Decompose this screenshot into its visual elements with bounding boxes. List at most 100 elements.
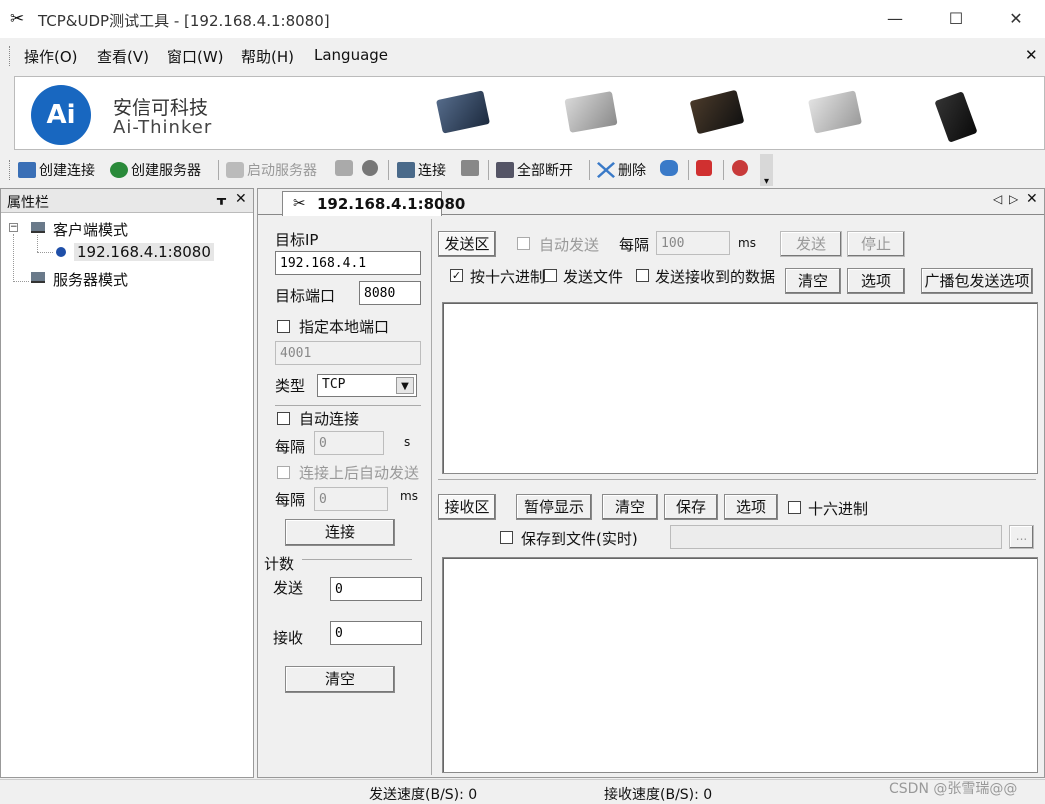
type-select[interactable]: TCP ▼ — [317, 374, 417, 397]
tree-item-client-mode[interactable]: 客户端模式 — [53, 219, 128, 240]
toolbar-grip — [9, 160, 11, 180]
minimize-button[interactable]: — — [872, 0, 918, 38]
menu-operate[interactable]: 操作(O) — [24, 46, 78, 67]
send-interval-input[interactable] — [656, 231, 730, 255]
send-received-checkbox[interactable] — [636, 269, 649, 282]
send-interval-label: 每隔 — [619, 236, 650, 254]
window-title: TCP&UDP测试工具 - [192.168.4.1:8080] — [38, 12, 330, 30]
menu-help[interactable]: 帮助(H) — [241, 46, 294, 67]
send-file-checkbox[interactable] — [544, 269, 557, 282]
send-options-button[interactable]: 选项 — [847, 268, 905, 294]
banner: Ai 安信可科技 Ai-Thinker — [14, 76, 1045, 150]
close-panel-icon[interactable]: ✕ — [235, 191, 247, 207]
auto-send-on-connect-label: 连接上后自动发送 — [299, 464, 420, 482]
close-window-button[interactable]: ✕ — [993, 0, 1039, 38]
module-image-2 — [564, 91, 618, 133]
reconnect-interval-input[interactable] — [314, 431, 384, 455]
toolbar-separator — [589, 160, 590, 180]
local-port-label: 指定本地端口 — [299, 318, 390, 336]
create-server-button[interactable]: 创建服务器 — [110, 160, 201, 180]
auto-send-on-connect-checkbox[interactable] — [277, 466, 290, 479]
watermark: CSDN @张雪瑞@@ — [889, 781, 1018, 797]
browse-button[interactable]: ... — [1009, 525, 1034, 549]
stop-button[interactable]: 停止 — [847, 231, 905, 257]
tab-connection[interactable]: ✂ 192.168.4.1:8080 — [282, 191, 465, 216]
toolbar-overflow-button[interactable]: ▾ — [760, 154, 773, 187]
aithinker-logo: Ai — [31, 85, 91, 145]
disconnect-all-icon — [496, 162, 514, 178]
target-ip-label: 目标IP — [275, 231, 319, 249]
pause-display-button[interactable]: 暂停显示 — [516, 494, 592, 520]
menu-view[interactable]: 查看(V) — [97, 46, 149, 67]
power-icon[interactable] — [696, 160, 715, 177]
auto-send-label: 自动发送 — [539, 236, 600, 254]
connection-status-icon — [56, 247, 66, 257]
create-connection-button[interactable]: 创建连接 — [18, 160, 95, 180]
send-file-label: 发送文件 — [563, 268, 624, 286]
stop-server-icon[interactable] — [335, 160, 356, 177]
send-hex-checkbox[interactable]: ✓ — [450, 269, 463, 282]
send-textarea[interactable] — [442, 302, 1038, 474]
connect-button[interactable]: 连接 — [285, 519, 395, 546]
target-ip-input[interactable] — [275, 251, 421, 275]
broadcast-options-button[interactable]: 广播包发送选项 — [921, 268, 1033, 294]
toolbar-separator — [388, 160, 389, 180]
disconnect-icon[interactable] — [461, 160, 482, 177]
divider — [275, 405, 421, 406]
menu-grip — [9, 46, 11, 66]
toolbar-separator — [488, 160, 489, 180]
divider — [438, 479, 1036, 480]
clear-counter-button[interactable]: 清空 — [285, 666, 395, 693]
delete-all-icon[interactable] — [660, 160, 681, 177]
connect-toolbar-button[interactable]: 连接 — [397, 160, 446, 180]
target-port-input[interactable] — [359, 281, 421, 305]
disconnect-all-button[interactable]: 全部断开 — [496, 160, 573, 180]
send-count-label: 发送 — [273, 579, 304, 597]
interval2-label: 每隔 — [275, 491, 306, 509]
start-server-button[interactable]: 启动服务器 — [226, 160, 317, 180]
local-port-checkbox[interactable] — [277, 320, 290, 333]
send-clear-button[interactable]: 清空 — [785, 268, 841, 294]
tree-line — [13, 234, 14, 282]
cancel-icon[interactable] — [362, 160, 381, 177]
column-divider — [431, 219, 432, 775]
module-image-1 — [435, 90, 491, 134]
recv-save-button[interactable]: 保存 — [664, 494, 718, 520]
send-received-label: 发送接收到的数据 — [655, 268, 776, 286]
tree-item-server-mode[interactable]: 服务器模式 — [53, 269, 128, 290]
auto-send-checkbox[interactable] — [517, 237, 530, 250]
recv-textarea[interactable] — [442, 557, 1038, 773]
recv-hex-checkbox[interactable] — [788, 501, 801, 514]
recv-count-label: 接收 — [273, 629, 304, 647]
save-to-file-checkbox[interactable] — [500, 531, 513, 544]
tab-close-icon[interactable]: ✕ — [1026, 191, 1038, 207]
delete-button[interactable]: 删除 — [597, 160, 646, 180]
type-label: 类型 — [275, 377, 306, 395]
local-port-input[interactable] — [275, 341, 421, 365]
tree-collapse-toggle[interactable]: − — [9, 223, 18, 232]
save-file-path-input[interactable] — [670, 525, 1002, 549]
toolbar-separator — [688, 160, 689, 180]
pin-icon[interactable]: ᚁ — [217, 191, 226, 207]
auto-send-interval-input[interactable] — [314, 487, 388, 511]
menu-close-button[interactable]: ✕ — [1025, 46, 1038, 64]
tree-item-connection[interactable]: 192.168.4.1:8080 — [74, 243, 214, 261]
chevron-down-icon: ▼ — [396, 377, 414, 394]
interval-unit: s — [404, 435, 411, 449]
tab-scroll-left-icon[interactable]: ◁ — [993, 192, 1002, 206]
send-button[interactable]: 发送 — [780, 231, 842, 257]
auto-connect-checkbox[interactable] — [277, 412, 290, 425]
title-bar: ✂ TCP&UDP测试工具 - [192.168.4.1:8080] — ☐ ✕ — [0, 0, 1045, 38]
globe-icon — [110, 162, 128, 178]
menu-window[interactable]: 窗口(W) — [167, 46, 224, 67]
tab-scroll-right-icon[interactable]: ▷ — [1009, 192, 1018, 206]
create-connection-icon — [18, 162, 36, 178]
send-count-value — [330, 577, 422, 601]
recv-hex-label: 十六进制 — [808, 500, 869, 518]
help-icon[interactable] — [732, 160, 751, 177]
recv-options-button[interactable]: 选项 — [724, 494, 778, 520]
connect-icon — [397, 162, 415, 178]
recv-clear-button[interactable]: 清空 — [602, 494, 658, 520]
maximize-button[interactable]: ☐ — [933, 0, 979, 38]
menu-language[interactable]: Language — [314, 46, 388, 64]
